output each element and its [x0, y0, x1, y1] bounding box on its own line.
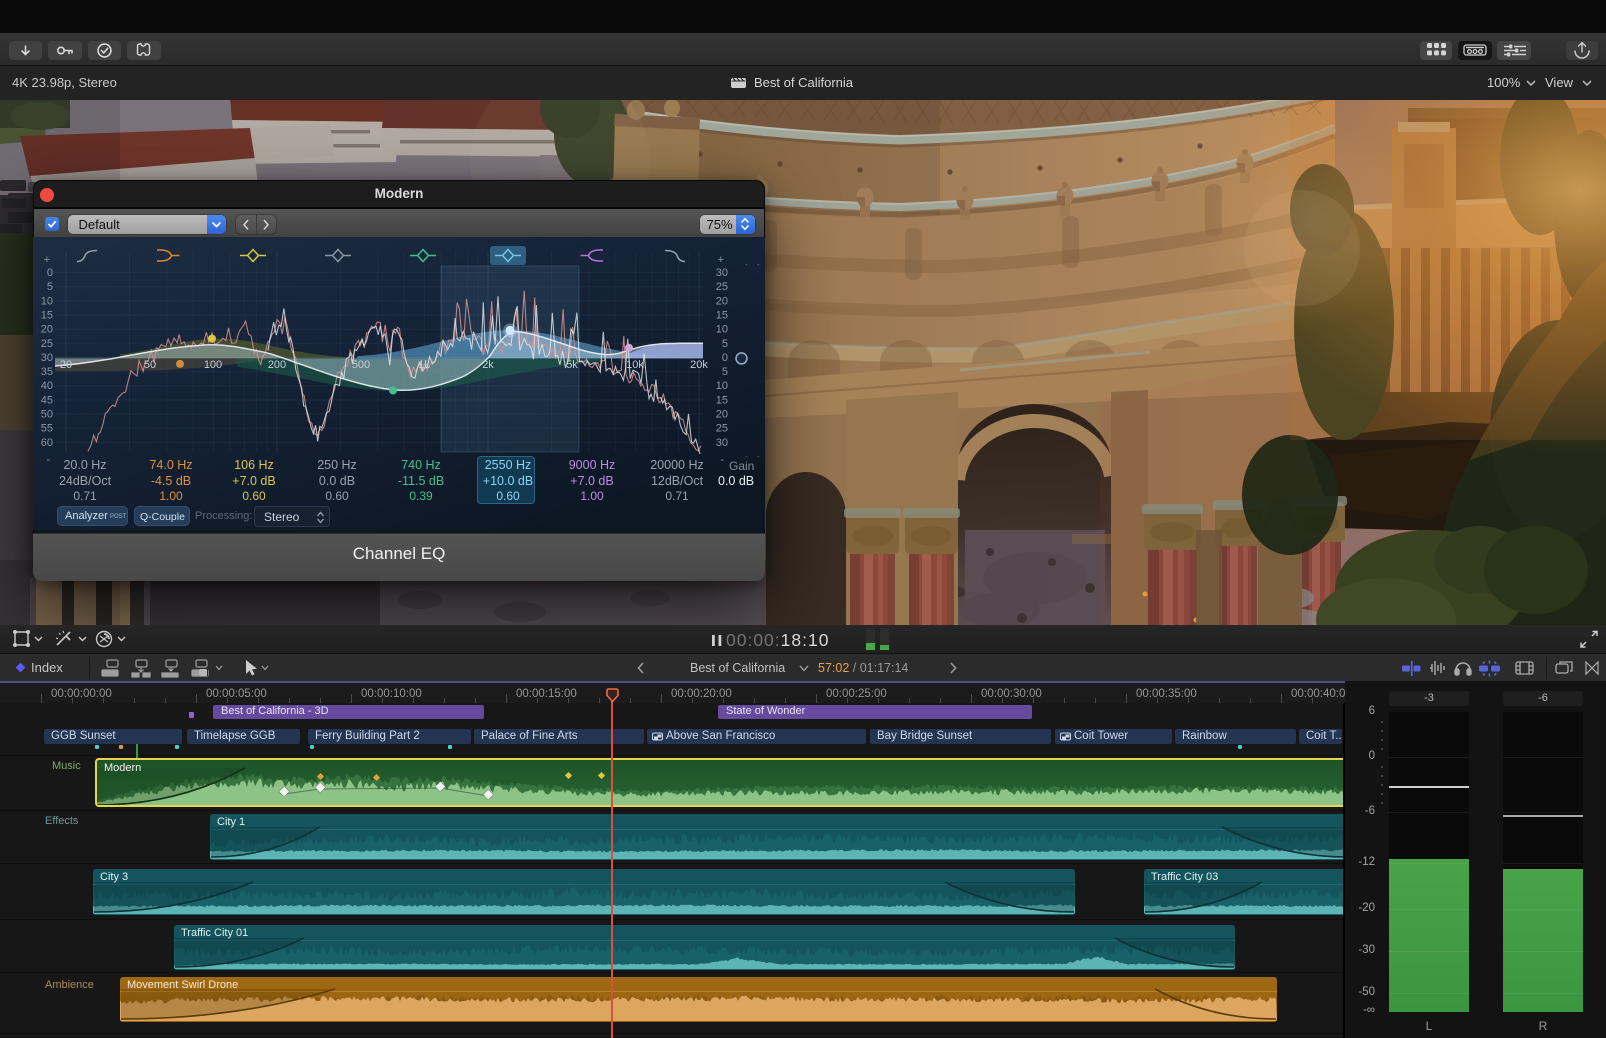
svg-text:20: 20 — [716, 409, 728, 421]
svg-text:+: + — [44, 254, 50, 266]
svg-text:200: 200 — [268, 359, 286, 371]
svg-text:+: + — [718, 254, 724, 266]
svg-text:60: 60 — [41, 437, 53, 449]
svg-text:5k: 5k — [566, 359, 578, 371]
svg-text:10: 10 — [716, 324, 728, 336]
svg-text:45: 45 — [41, 394, 53, 406]
svg-text:500: 500 — [352, 359, 370, 371]
svg-text:2k: 2k — [482, 359, 494, 371]
svg-text:5: 5 — [722, 366, 728, 378]
svg-text:30: 30 — [41, 352, 53, 364]
svg-text:5: 5 — [722, 338, 728, 350]
svg-text:25: 25 — [41, 338, 53, 350]
svg-text:15: 15 — [41, 310, 53, 322]
svg-text:5: 5 — [47, 281, 53, 293]
svg-text:55: 55 — [41, 423, 53, 435]
svg-text:50: 50 — [144, 359, 156, 371]
svg-text:25: 25 — [716, 423, 728, 435]
svg-text:20: 20 — [41, 324, 53, 336]
svg-text:50: 50 — [41, 409, 53, 421]
svg-text:30: 30 — [716, 267, 728, 279]
svg-text:20: 20 — [60, 359, 72, 371]
svg-text:20k: 20k — [690, 359, 708, 371]
svg-text:10: 10 — [716, 380, 728, 392]
svg-text:40: 40 — [41, 380, 53, 392]
svg-text:15: 15 — [716, 310, 728, 322]
svg-text:0: 0 — [47, 267, 53, 279]
svg-text:35: 35 — [41, 366, 53, 378]
svg-text:-: - — [745, 260, 748, 269]
svg-text:20: 20 — [716, 295, 728, 307]
svg-text:-: - — [757, 260, 760, 269]
svg-text:30: 30 — [716, 437, 728, 449]
svg-text:25: 25 — [716, 281, 728, 293]
svg-text:15: 15 — [716, 394, 728, 406]
svg-text:1k: 1k — [418, 359, 430, 371]
svg-text:10k: 10k — [626, 359, 644, 371]
svg-text:10: 10 — [41, 295, 53, 307]
svg-text:0: 0 — [722, 352, 728, 364]
svg-text:-: - — [757, 452, 760, 461]
svg-text:100: 100 — [204, 359, 222, 371]
